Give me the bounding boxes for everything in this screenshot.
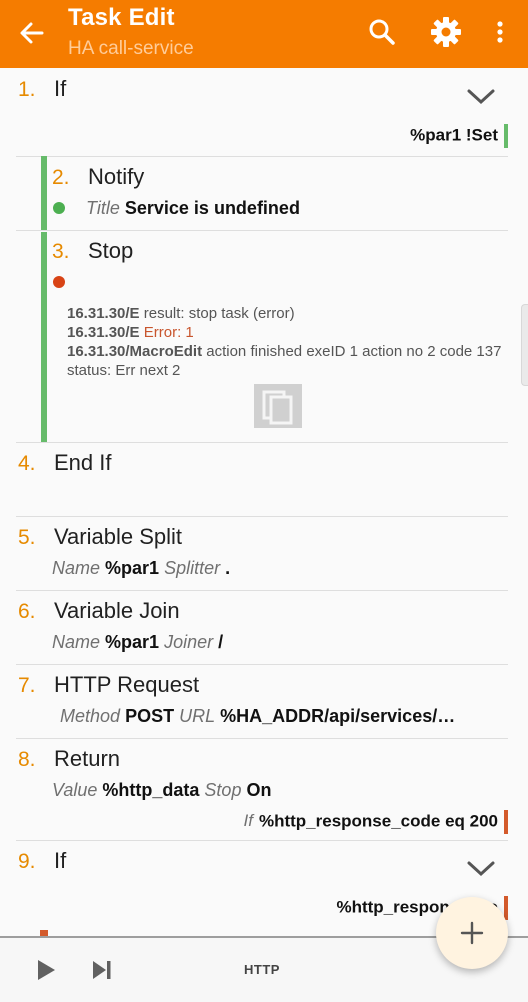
action-params: Title Service is undefined [86,198,300,218]
action-row-return[interactable]: 8. Return Value %http_data Stop On If %ht… [16,738,508,841]
action-params: Value %http_data Stop On [52,780,272,800]
copy-icon[interactable] [254,384,302,428]
block-indent-bar [41,232,47,442]
action-name: Stop [88,238,134,263]
action-row-if[interactable]: 1. If %par1 !Set [16,68,508,157]
condition-line: If %http_response_code eq 200 [244,810,508,834]
action-number: 2. [52,166,70,189]
back-arrow-icon[interactable] [14,15,50,51]
action-number: 4. [18,452,36,475]
action-number: 9. [18,850,36,873]
skip-next-icon[interactable] [90,958,114,982]
app-bar: Task Edit HA call-service [0,0,528,68]
action-params: Method POST URL %HA_ADDR/api/services/… [60,706,456,726]
action-name: If [54,76,67,101]
action-name: Notify [88,164,145,189]
add-action-button[interactable] [436,897,508,969]
action-number: 3. [52,240,70,263]
action-row-if-2[interactable]: 9. If %http_response_co [16,840,508,936]
action-row-variable-join[interactable]: 6. Variable Join Name %par1 Joiner / [16,590,508,665]
action-name: Variable Split [54,524,182,549]
condition-indicator [504,896,508,920]
play-icon[interactable] [34,958,58,982]
action-row-variable-split[interactable]: 5. Variable Split Name %par1 Splitter . [16,516,508,591]
status-dot [53,276,65,288]
action-name: Variable Join [54,598,180,623]
action-params: Name %par1 Splitter . [52,558,231,578]
condition-indicator [504,810,508,834]
action-row-notify[interactable]: 2. Notify Title Service is undefined [16,156,508,231]
chevron-down-icon[interactable] [466,86,496,106]
block-indent-bar [41,156,47,230]
action-row-http-request[interactable]: 7. HTTP Request Method POST URL %HA_ADDR… [16,664,508,739]
chevron-down-icon[interactable] [466,858,496,878]
plus-icon [460,921,484,945]
action-name: Return [54,746,121,771]
condition-label: If [243,811,253,831]
action-name: If [54,848,67,873]
condition-text: %http_response_code eq 200 [258,811,498,831]
condition-line: %par1 !Set [410,124,508,148]
action-name: End If [54,450,112,475]
action-number: 7. [18,674,36,697]
action-row-stop[interactable]: 3. Stop 16.31.30/E result: stop task (er… [16,230,508,443]
action-params: Name %par1 Joiner / [52,632,224,652]
action-number: 6. [18,600,36,623]
condition-indicator [504,124,508,148]
condition-text: %par1 !Set [410,125,498,145]
task-category-label: HTTP [244,962,280,977]
action-list[interactable]: 1. If %par1 !Set 2. Notify Title Service… [0,68,528,936]
gear-icon[interactable] [428,14,464,50]
action-number: 1. [18,78,36,101]
action-name: HTTP Request [54,672,200,697]
action-number: 5. [18,526,36,549]
search-icon[interactable] [364,14,400,50]
status-dot [53,202,65,214]
more-vert-icon[interactable] [486,14,522,50]
action-number: 8. [18,748,36,771]
page-subtitle: HA call-service [68,38,194,59]
run-log: 16.31.30/E result: stop task (error) 16.… [67,305,502,379]
page-title: Task Edit [68,4,175,31]
action-row-end-if[interactable]: 4. End If [16,442,508,517]
scrollbar[interactable] [521,304,528,386]
